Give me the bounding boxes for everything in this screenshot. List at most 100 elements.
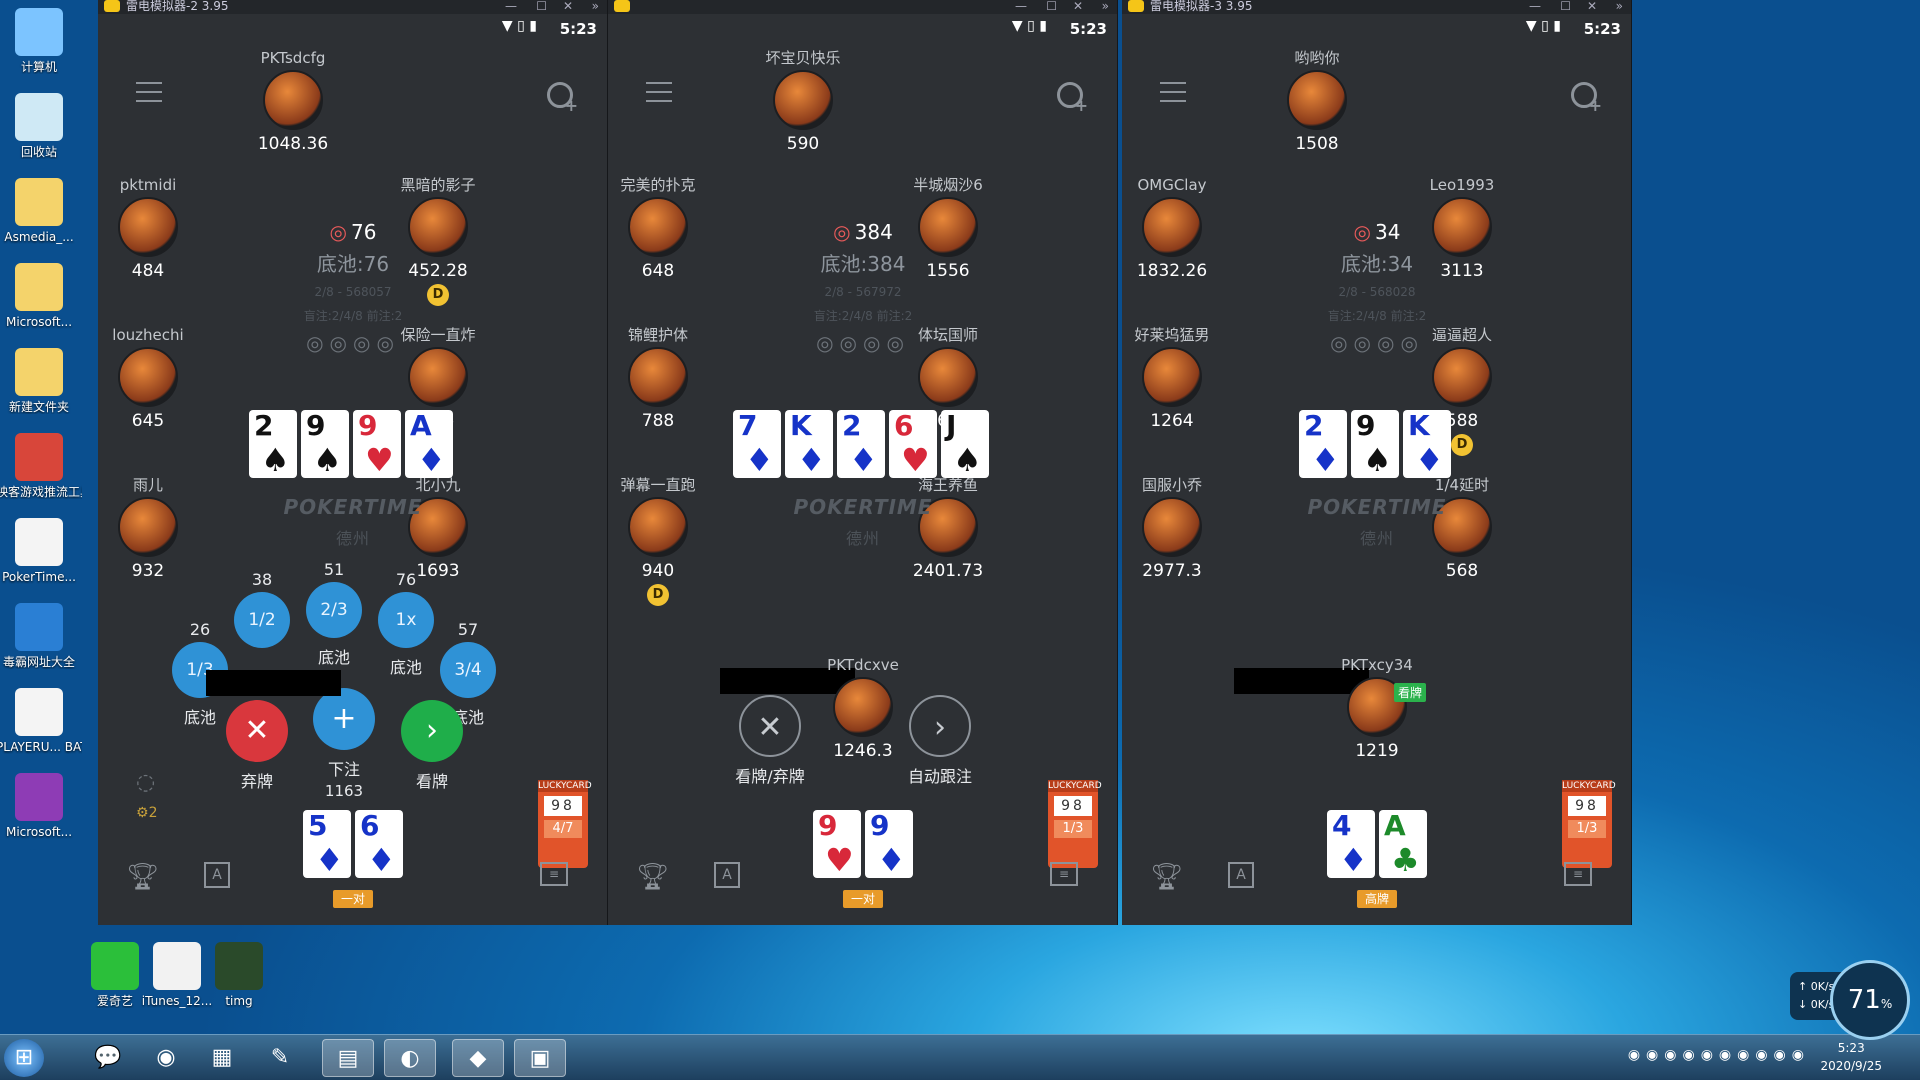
desktop-icon[interactable]: 新建文件夹 [0,348,82,414]
chat-icon[interactable]: ≡ [1050,862,1078,886]
player-seat[interactable]: louzhechi 645 [98,325,208,431]
brand-sub: 德州 [845,529,880,548]
trophy-icon[interactable]: 🏆︎ [126,862,159,892]
playing-card: 2 ♦ [837,410,885,478]
luckycard-widget[interactable]: LUCKYCARD 98 4/7 [538,780,592,868]
action-button[interactable]: › 自动跟注 [900,695,980,787]
luckycard-widget[interactable]: LUCKYCARD 98 1/3 [1048,780,1102,868]
player-chips: 484 [131,261,165,281]
action-button[interactable]: + 下注 1163 [304,688,384,800]
cpu-meter: 71% [1830,960,1910,1040]
desktop-icon[interactable]: 计算机 [0,8,82,74]
player-name: louzhechi [112,326,184,344]
action-button[interactable]: ✕ 弃牌 [217,700,297,794]
refresh-icon[interactable] [547,82,578,115]
card-rank: 9 [818,809,838,842]
pokertime-logo: POKERTIME 德州 [263,495,443,549]
player-seat[interactable]: pktmidi 484 [98,175,208,281]
desktop-icon[interactable]: PLAYERU... BATTLEGR... [0,688,82,754]
community-cards: 2 ♠ 9 ♠ 9 ♥ A ♦ [249,410,453,478]
trophy-icon[interactable]: 🏆︎ [636,862,669,892]
chrome-icon[interactable]: ◉ [140,1039,192,1077]
chat-icon[interactable]: ≡ [540,862,568,886]
desktop-icon[interactable]: 映客游戏推流工具介绍与... [0,433,82,499]
clock[interactable]: 5:23 2020/9/25 [1820,1039,1882,1075]
desktop-icon[interactable]: 毒霸网址大全 [0,603,82,669]
refresh-icon[interactable] [1057,82,1088,115]
action-button[interactable]: ✕ 看牌/弃牌 [730,695,810,787]
file-manager-icon[interactable]: ▤ [322,1039,374,1077]
card-rank: 6 [360,809,380,842]
emulator-titlebar[interactable]: 雷电模拟器-2 3.95 — ☐ ✕ » [98,0,607,14]
taskbar: ⊞ 💬 ◉ ▦ ✎ ▤ ◐ ◆ ▣ ◉◉◉◉◉◉◉◉◉◉ 5:23 2020/9… [0,1034,1920,1080]
player-seat[interactable]: 弹幕一直跑 940 D [608,475,718,606]
timer-icon[interactable]: ◌ [136,770,155,795]
wechat-icon[interactable]: 💬 [82,1039,134,1077]
desktop-icon[interactable]: Microsoft... [0,773,82,839]
maximize-icon[interactable]: ☐ [1560,0,1571,12]
hero-badge: 看牌 [1394,683,1427,702]
minimize-icon[interactable]: — [1529,0,1541,12]
playing-card: 7 ♦ [733,410,781,478]
player-seat[interactable]: 完美的扑克 648 [608,175,718,281]
desktop-icon-label: Microsoft... [5,315,73,329]
bet-size-button[interactable]: 38 1/2 [222,570,302,654]
playing-card: 4 ♦ [1327,810,1375,878]
refresh-icon[interactable] [1571,82,1602,115]
minimize-icon[interactable]: — [505,0,517,12]
emulator-window[interactable]: —☐✕»▼ ▯ ▮5:23坏宝贝快乐590完美的扑克648半城烟沙61556锦鲤… [608,0,1118,925]
desktop-icon[interactable]: Asmedia_... [0,178,82,244]
notepad-icon[interactable]: ✎ [254,1039,306,1077]
player-seat[interactable]: PKTsdcfg 1048.36 [233,48,353,154]
trophy-icon[interactable]: 🏆︎ [1150,862,1183,892]
minimize-icon[interactable]: — [1015,0,1027,12]
desktop-icon[interactable]: PokerTime... [0,518,82,584]
emulator-window[interactable]: 雷电模拟器-2 3.95 — ☐ ✕ » ▼ ▯ ▮ 5:23 PKTsdcfg 1048.36… [98,0,608,925]
player-avatar [1432,347,1492,407]
action-button[interactable]: › 看牌 [392,700,472,794]
maximize-icon[interactable]: ☐ [536,0,547,12]
close-icon[interactable]: ✕ [1587,0,1597,12]
desktop-icon[interactable]: timg [196,942,282,1008]
player-avatar [118,497,178,557]
ai-icon[interactable]: A [714,862,740,888]
expand-icon[interactable]: » [1102,0,1109,12]
menu-icon[interactable] [646,82,672,102]
desktop-icon-label: 毒霸网址大全 [2,655,75,669]
table-id: 2/8 - 568057 [314,285,392,299]
player-seat[interactable]: 雨儿 932 [98,475,208,581]
expand-icon[interactable]: » [592,0,599,12]
player-seat[interactable]: 坏宝贝快乐 590 [743,48,863,154]
close-icon[interactable]: ✕ [563,0,573,12]
emulator-icon[interactable]: ◐ [384,1039,436,1077]
player-seat[interactable]: 锦鲤护体 788 [608,325,718,431]
calculator-icon[interactable]: ▦ [196,1039,248,1077]
menu-icon[interactable] [1160,82,1186,102]
desktop-icon-label: PLAYERU... BATTLEGR... [0,740,82,754]
menu-icon[interactable] [136,82,162,102]
maximize-icon[interactable]: ☐ [1046,0,1057,12]
player-seat[interactable]: 好莱坞猛男 1264 [1122,325,1232,431]
player-seat[interactable]: 国服小乔 2977.3 [1122,475,1232,581]
emulator-titlebar[interactable]: 雷电模拟器-3 3.95 — ☐ ✕ » [1122,0,1631,14]
system-tray[interactable]: ◉◉◉◉◉◉◉◉◉◉ [1628,1047,1810,1063]
game-icon[interactable]: ◆ [452,1039,504,1077]
ai-icon[interactable]: A [1228,862,1254,888]
bet-amount: 38 [251,570,273,589]
emulator-window[interactable]: 雷电模拟器-3 3.95 — ☐ ✕ » ▼ ▯ ▮ 5:23 哟哟你 1508 OMGClay 1… [1122,0,1632,925]
desktop-icon[interactable]: 回收站 [0,93,82,159]
chat-icon[interactable]: ≡ [1564,862,1592,886]
bet-size-button[interactable]: 51 2/3 底池 [294,560,374,668]
desktop-icon[interactable]: Microsoft... [0,263,82,329]
ai-icon[interactable]: A [204,862,230,888]
close-icon[interactable]: ✕ [1073,0,1083,12]
start-button[interactable]: ⊞ [4,1039,44,1077]
playing-card: 9 ♠ [1351,410,1399,478]
expand-icon[interactable]: » [1616,0,1623,12]
table-rule-icons: ◎◎◎◎ [1330,331,1424,355]
luckycard-widget[interactable]: LUCKYCARD 98 1/3 [1562,780,1616,868]
emulator-titlebar[interactable]: — ☐ ✕ » [608,0,1117,14]
player-seat[interactable]: OMGClay 1832.26 [1122,175,1232,281]
player-seat[interactable]: 哟哟你 1508 [1257,48,1377,154]
task-icon[interactable]: ▣ [514,1039,566,1077]
